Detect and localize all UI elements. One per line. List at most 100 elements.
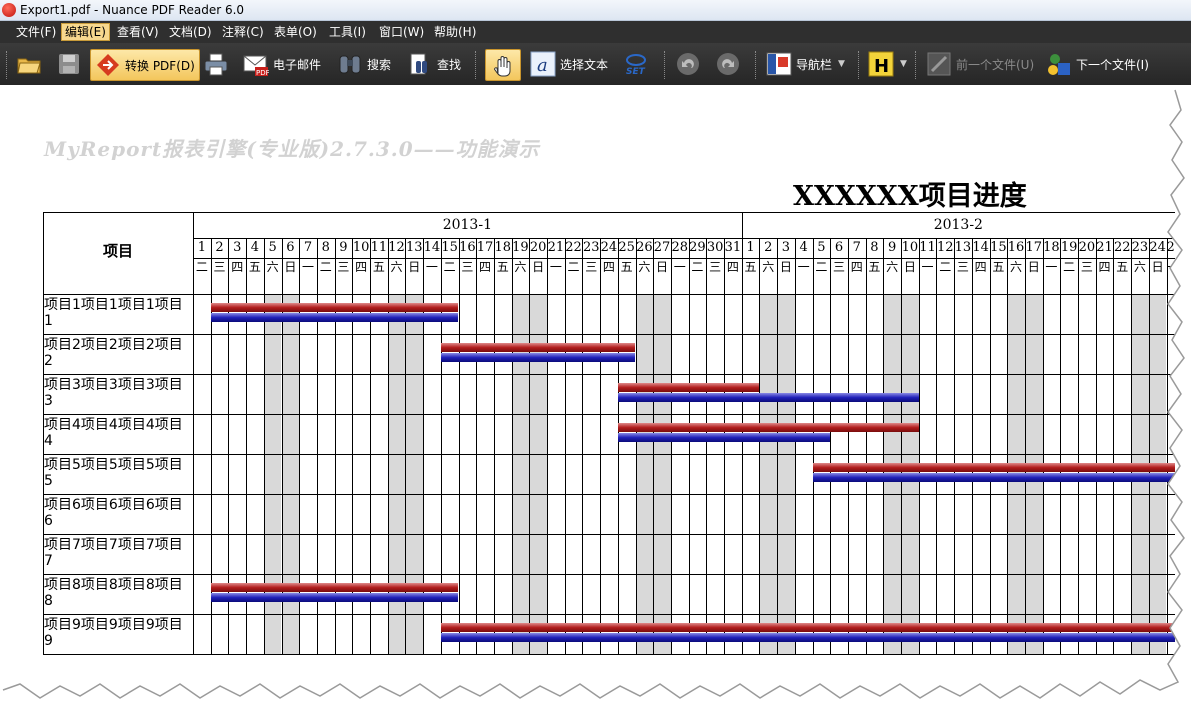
menu-comment[interactable]: 注释(C): [219, 24, 267, 40]
plan-bar[interactable]: [812, 463, 1175, 472]
grid-line: [1166, 238, 1168, 654]
toolbar-grip: [6, 51, 9, 79]
grid-line: [1078, 238, 1079, 654]
grid-line: [43, 212, 1175, 213]
plan-bar[interactable]: [440, 343, 636, 352]
plan-bar[interactable]: [210, 303, 459, 312]
set-icon: SET: [623, 51, 649, 77]
menu-tools[interactable]: 工具(I): [326, 24, 369, 40]
find-label: 查找: [437, 57, 462, 72]
day-number: 24: [600, 240, 618, 255]
day-number: 4: [250, 240, 260, 255]
menu-window[interactable]: 窗口(W): [376, 24, 427, 40]
hand-tool-button[interactable]: [485, 49, 521, 81]
select-text-button[interactable]: a 选择文本: [530, 49, 608, 79]
day-number: 24: [1149, 240, 1166, 255]
day-number: 11: [919, 240, 936, 255]
find-button[interactable]: 查找: [407, 49, 461, 79]
menu-edit[interactable]: 编辑(E): [61, 23, 110, 41]
actual-bar[interactable]: [440, 353, 636, 362]
nav-pane-button[interactable]: 导航栏 ▼: [766, 49, 845, 79]
day-number: 22: [565, 240, 582, 255]
weekday: 五: [992, 260, 1005, 274]
day-number: 17: [1025, 240, 1042, 255]
weekday: 四: [850, 260, 863, 274]
menu-view[interactable]: 查看(V): [114, 24, 162, 40]
print-button[interactable]: [203, 49, 233, 79]
day-number: 27: [653, 240, 671, 255]
app-icon[interactable]: [2, 3, 16, 17]
chevron-down-icon[interactable]: ▼: [838, 59, 845, 69]
actual-bar[interactable]: [440, 633, 1175, 642]
actual-bar[interactable]: [617, 433, 831, 442]
day-number: 19: [1060, 240, 1078, 255]
highlight-button[interactable]: H ▼: [868, 49, 907, 79]
weekday: 五: [1116, 260, 1129, 274]
actual-bar[interactable]: [210, 313, 459, 322]
weekday: 二: [443, 260, 456, 274]
toolbar-separator: [755, 51, 758, 79]
search-button[interactable]: 搜索: [337, 49, 391, 79]
menu-document[interactable]: 文档(D): [166, 24, 215, 40]
day-number: 22: [1113, 240, 1131, 255]
next-file-icon: [1046, 51, 1072, 77]
day-number: 29: [689, 240, 706, 255]
plan-bar[interactable]: [210, 583, 459, 592]
grid-line: [883, 238, 885, 654]
set-button[interactable]: SET: [623, 49, 653, 79]
weekday: 三: [833, 260, 846, 274]
weekday: 二: [815, 260, 828, 274]
convert-pdf-button[interactable]: 转换 PDF(D): [90, 49, 200, 81]
grid-line: [511, 238, 513, 654]
redo-button[interactable]: [715, 49, 745, 79]
actual-bar[interactable]: [812, 473, 1175, 482]
svg-text:PDF: PDF: [256, 69, 269, 77]
actual-bar[interactable]: [617, 393, 919, 402]
svg-text:H: H: [874, 56, 889, 77]
chevron-down-icon[interactable]: ▼: [900, 59, 907, 69]
save-button[interactable]: [56, 49, 86, 79]
grid-line: [688, 238, 690, 654]
plan-bar[interactable]: [617, 423, 919, 432]
undo-button[interactable]: [675, 49, 705, 79]
plan-bar[interactable]: [440, 623, 1175, 632]
day-number: 9: [339, 240, 348, 255]
menu-file[interactable]: 文件(F): [13, 24, 59, 40]
weekend-shade: [759, 294, 778, 654]
day-number: 8: [321, 240, 330, 255]
weekday: 二: [567, 260, 580, 274]
project-row-label: 项目4项目4项目4项目4: [44, 417, 183, 449]
day-number: 14: [972, 240, 989, 255]
prev-file-button[interactable]: 前一个文件(U): [926, 49, 1034, 79]
grid-line: [865, 238, 867, 654]
weekday: 二: [691, 260, 704, 274]
menu-form[interactable]: 表单(O): [271, 24, 320, 40]
grid-line: [954, 238, 956, 654]
grid-line: [193, 212, 194, 654]
next-file-button[interactable]: 下一个文件(I): [1046, 49, 1149, 79]
weekday: 日: [284, 260, 297, 274]
weekday: 三: [1080, 260, 1093, 274]
day-number: 5: [268, 240, 277, 255]
day-number: 15: [990, 240, 1007, 255]
menu-help[interactable]: 帮助(H): [431, 24, 479, 40]
weekday: 一: [1045, 260, 1058, 274]
open-button[interactable]: [16, 49, 46, 79]
weekday: 二: [1063, 260, 1076, 274]
plan-bar[interactable]: [617, 383, 760, 392]
weekday: 一: [425, 260, 438, 274]
prev-file-icon: [926, 51, 952, 77]
grid-line: [458, 238, 460, 654]
day-number: 3: [233, 240, 242, 255]
weekday: 三: [213, 260, 226, 274]
nav-pane-label: 导航栏: [796, 57, 833, 72]
email-button[interactable]: PDF 电子邮件: [243, 49, 321, 79]
email-icon: PDF: [243, 51, 270, 77]
actual-bar[interactable]: [210, 593, 459, 602]
day-number: 20: [529, 240, 547, 255]
search-label: 搜索: [367, 57, 392, 72]
weekday: 六: [1133, 260, 1146, 274]
svg-text:SET: SET: [626, 67, 646, 77]
redo-icon: [715, 51, 741, 77]
day-number: 16: [1007, 240, 1025, 255]
